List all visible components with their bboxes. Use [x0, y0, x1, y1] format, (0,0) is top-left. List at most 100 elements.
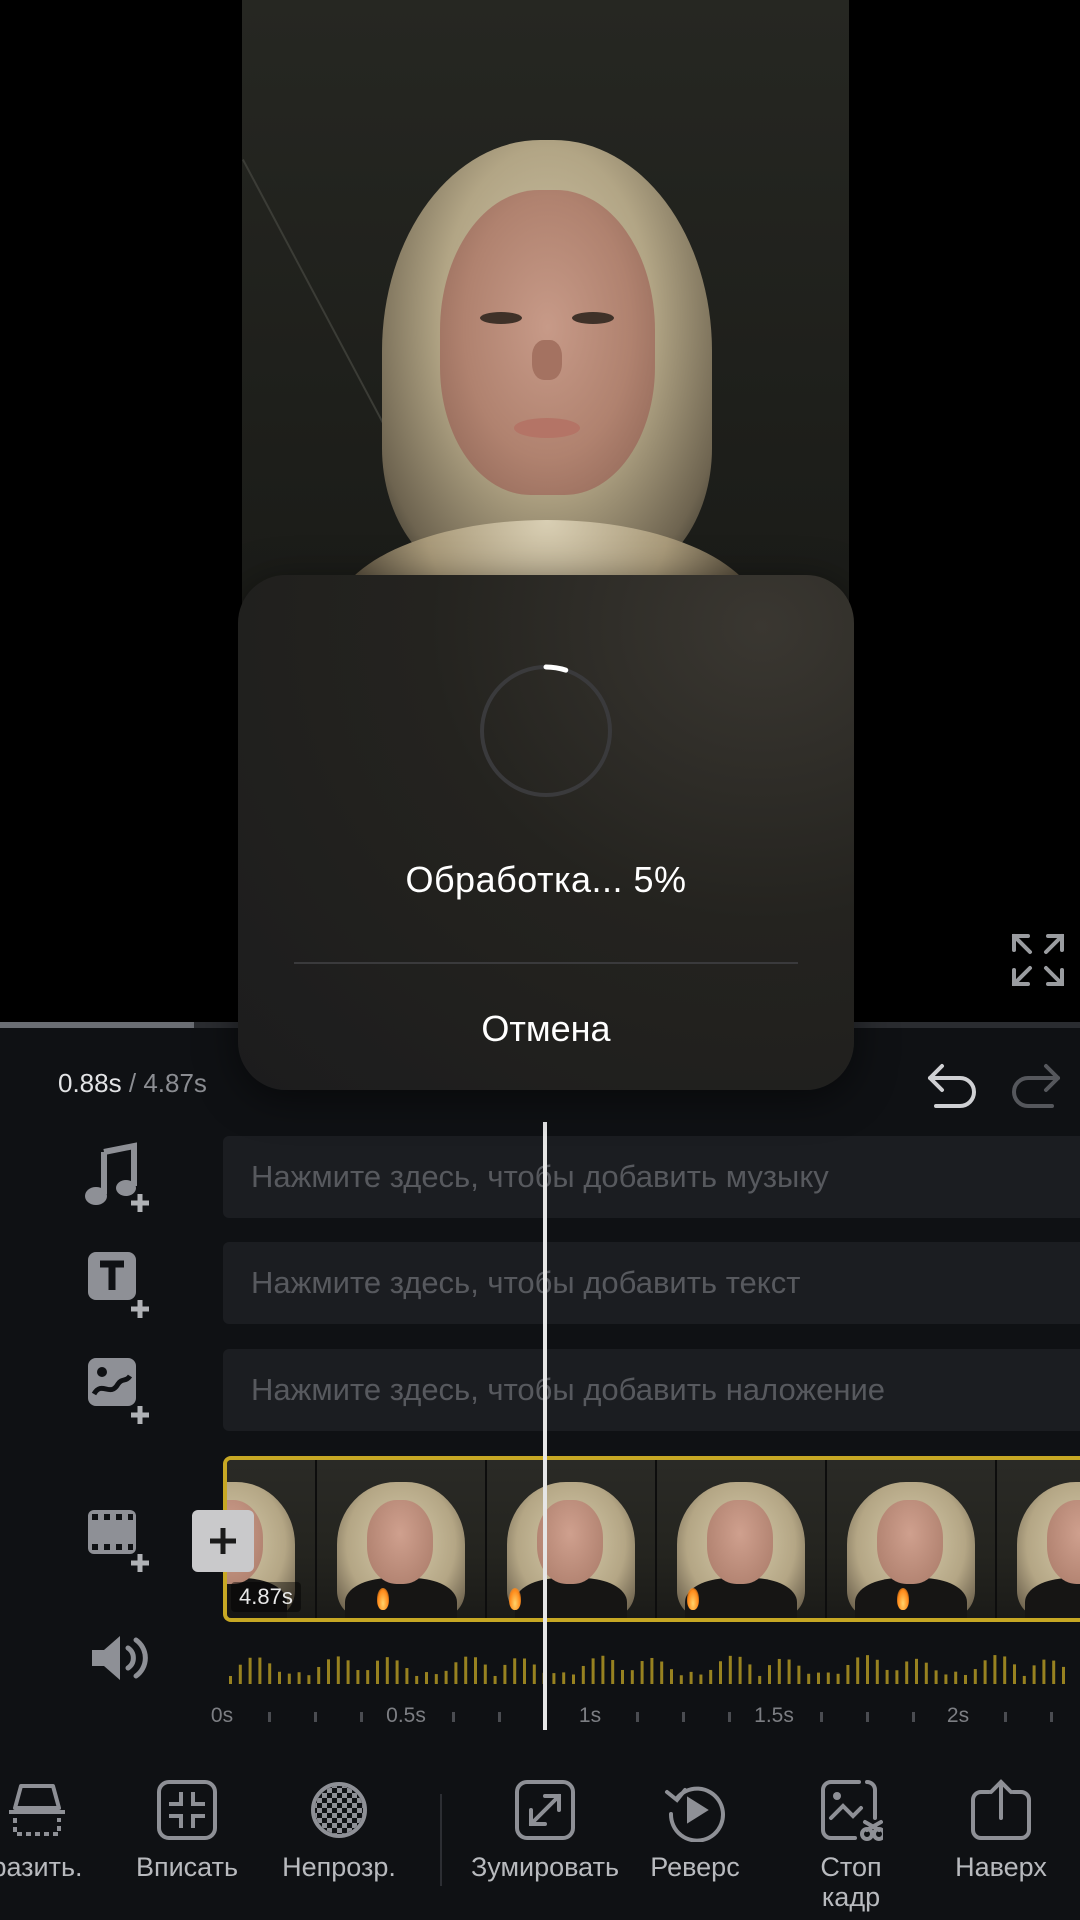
waveform-bar	[376, 1660, 379, 1684]
waveform-bar	[719, 1661, 722, 1684]
waveform-bar	[650, 1657, 654, 1684]
plus-icon	[210, 1528, 236, 1554]
subject-eye	[572, 312, 614, 324]
cancel-button[interactable]: Отмена	[238, 967, 854, 1090]
clip-thumbnail	[317, 1460, 487, 1618]
waveform-bar	[660, 1661, 664, 1684]
waveform-bar	[601, 1655, 605, 1684]
waveform-bar	[307, 1675, 311, 1684]
audio-waveform[interactable]	[223, 1630, 1080, 1688]
waveform-bar	[493, 1675, 497, 1684]
waveform-bar	[454, 1662, 458, 1684]
reverse-icon	[665, 1786, 725, 1842]
waveform-bar	[532, 1664, 536, 1684]
waveform-bar	[1042, 1659, 1046, 1684]
waveform-bar	[474, 1657, 477, 1684]
video-clip[interactable]: 4.87s	[223, 1456, 1080, 1622]
waveform-bar	[562, 1672, 566, 1684]
waveform-bar	[513, 1658, 517, 1684]
waveform-bar	[797, 1665, 801, 1684]
waveform-bar	[356, 1670, 360, 1684]
waveform-bar	[503, 1664, 507, 1684]
waveform-bar	[699, 1674, 703, 1684]
ruler-tick	[314, 1712, 317, 1722]
ruler-tick	[682, 1712, 685, 1722]
redo-icon[interactable]	[1006, 1052, 1066, 1112]
text-track-placeholder[interactable]: Нажмите здесь, чтобы добавить текст	[223, 1242, 1080, 1324]
waveform-bar	[1052, 1660, 1056, 1684]
ruler-tick	[360, 1712, 363, 1722]
waveform-bar	[581, 1665, 585, 1684]
waveform-bar	[415, 1675, 419, 1684]
waveform-bar	[611, 1660, 615, 1684]
ruler-tick	[636, 1712, 639, 1722]
waveform-bar	[787, 1659, 791, 1684]
fullscreen-icon[interactable]	[1010, 932, 1066, 988]
ruler-tick	[866, 1712, 869, 1722]
waveform-bar	[248, 1657, 252, 1684]
toolbar-divider	[440, 1794, 442, 1886]
overlay-track-placeholder[interactable]: Нажмите здесь, чтобы добавить наложение	[223, 1349, 1080, 1431]
time-display: 0.88s / 4.87s	[58, 1068, 207, 1099]
tool-reverse[interactable]: Реверс	[610, 1760, 780, 1882]
waveform-bar	[630, 1670, 634, 1684]
dialog-divider	[294, 962, 798, 964]
waveform-bar	[866, 1655, 869, 1684]
opacity-icon	[311, 1782, 367, 1838]
volume-icon[interactable]	[86, 1628, 152, 1688]
waveform-bar	[689, 1671, 693, 1684]
timeline-ruler[interactable]: 0s 0.5s 1s 1.5s 2s	[0, 1696, 1080, 1736]
tool-fit[interactable]: Вписать	[102, 1760, 272, 1882]
add-video-icon[interactable]	[82, 1502, 158, 1574]
waveform-bar	[1022, 1675, 1026, 1684]
ruler-tick	[498, 1712, 501, 1722]
waveform-bar	[836, 1673, 840, 1684]
waveform-bar	[1003, 1656, 1007, 1684]
add-clip-button[interactable]	[192, 1510, 254, 1572]
waveform-bar	[777, 1658, 781, 1684]
clip-duration-label: 4.87s	[231, 1582, 301, 1612]
clip-thumbnail	[487, 1460, 657, 1618]
waveform-bar	[758, 1675, 762, 1684]
playhead[interactable]	[543, 1122, 547, 1730]
waveform-bar	[464, 1656, 468, 1684]
waveform-bar	[905, 1661, 909, 1684]
add-overlay-icon[interactable]	[82, 1354, 158, 1426]
tool-opacity[interactable]: Непрозр.	[254, 1760, 424, 1882]
bring-up-icon	[971, 1779, 1031, 1840]
waveform-bar	[434, 1674, 438, 1684]
waveform-bar	[895, 1670, 899, 1684]
waveform-bar	[709, 1669, 713, 1684]
bottom-toolbar: разить. Вписать Непрозр. Зумировать Реве…	[0, 1760, 1080, 1920]
waveform-bar	[572, 1674, 575, 1684]
waveform-bar	[983, 1660, 987, 1684]
clip-thumbnail	[657, 1460, 827, 1618]
waveform-bar	[366, 1670, 370, 1684]
add-music-icon[interactable]	[82, 1142, 158, 1214]
add-text-icon[interactable]	[82, 1248, 158, 1320]
subject-lips	[514, 418, 580, 438]
waveform-bar	[738, 1656, 742, 1684]
waveform-bar	[934, 1670, 938, 1684]
waveform-bar	[346, 1660, 350, 1684]
undo-icon[interactable]	[922, 1052, 982, 1112]
tool-zoom[interactable]: Зумировать	[460, 1760, 630, 1882]
waveform-bar	[826, 1672, 830, 1684]
waveform-bar	[483, 1664, 487, 1684]
progress-spinner-icon	[479, 664, 613, 798]
waveform-bar	[425, 1672, 428, 1684]
ruler-tick	[912, 1712, 915, 1722]
waveform-bar	[405, 1668, 409, 1684]
waveform-bar	[954, 1671, 958, 1684]
music-track-placeholder[interactable]: Нажмите здесь, чтобы добавить музыку	[223, 1136, 1080, 1218]
subject-eye	[480, 312, 522, 324]
tool-freeze-frame[interactable]: Стоп кадр	[766, 1760, 936, 1912]
tool-bring-up[interactable]: Наверх	[916, 1760, 1080, 1882]
waveform-bar	[846, 1664, 850, 1684]
waveform-bar	[817, 1672, 820, 1684]
waveform-bar	[258, 1657, 262, 1684]
processing-dialog: Обработка... 5% Отмена	[238, 575, 854, 1090]
waveform-bar	[875, 1659, 879, 1684]
waveform-bar	[679, 1675, 683, 1684]
subject-nose	[532, 340, 562, 380]
